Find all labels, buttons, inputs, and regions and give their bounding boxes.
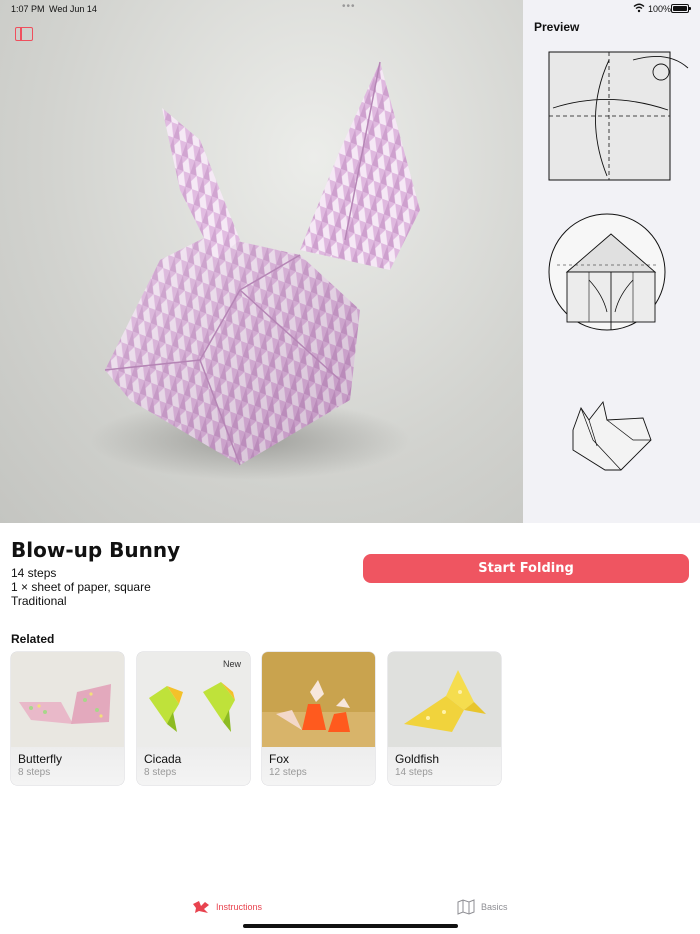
card-name: Cicada [144,752,182,766]
battery-percent: 100% [648,4,672,14]
card-steps: 8 steps [18,767,51,778]
model-title: Blow-up Bunny [11,538,181,562]
preview-diagrams [548,51,689,471]
start-folding-button[interactable]: Start Folding [363,554,689,583]
model-photo [0,0,523,523]
fold-diagram-step1-icon [548,51,689,181]
preview-panel: Preview [523,0,700,523]
related-card-butterfly[interactable]: Butterfly 8 steps [11,652,124,785]
origami-icon [193,901,209,913]
status-time: 1:07 PM [11,4,45,14]
home-indicator[interactable] [243,924,458,928]
multitasking-dots-icon[interactable]: ••• [342,1,356,12]
card-steps: 12 steps [269,767,307,778]
sidebar-toggle-icon[interactable] [15,27,33,41]
fox-thumbnail [262,652,375,747]
card-name: Goldfish [395,752,440,766]
goldfish-thumbnail [388,652,501,747]
status-date: Wed Jun 14 [49,4,97,14]
tab-instructions[interactable]: Instructions [192,897,262,917]
butterfly-thumbnail [11,652,124,747]
model-steps: 14 steps [11,566,57,580]
related-card-fox[interactable]: Fox 12 steps [262,652,375,785]
fold-diagram-step2-icon [548,213,666,331]
tab-label: Instructions [216,902,263,912]
status-bar: 1:07 PM Wed Jun 14 ••• 100% [0,0,700,18]
fold-diagram-step3-icon [572,400,652,471]
card-name: Fox [269,752,290,766]
related-card-goldfish[interactable]: Goldfish 14 steps [388,652,501,785]
tab-basics[interactable]: Basics [457,897,508,917]
wifi-icon [633,3,645,13]
bunny-origami-image [90,61,420,480]
model-origin: Traditional [11,594,67,608]
related-title: Related [11,632,55,646]
tab-label: Basics [481,902,508,912]
card-steps: 8 steps [144,767,177,778]
battery-icon [671,4,691,13]
related-card-cicada[interactable]: New Cicada 8 steps [137,652,250,785]
card-name: Butterfly [18,752,63,766]
new-badge: New [222,659,241,669]
card-steps: 14 steps [395,767,433,778]
map-book-icon [457,899,475,915]
model-paper: 1 × sheet of paper, square [11,580,151,594]
